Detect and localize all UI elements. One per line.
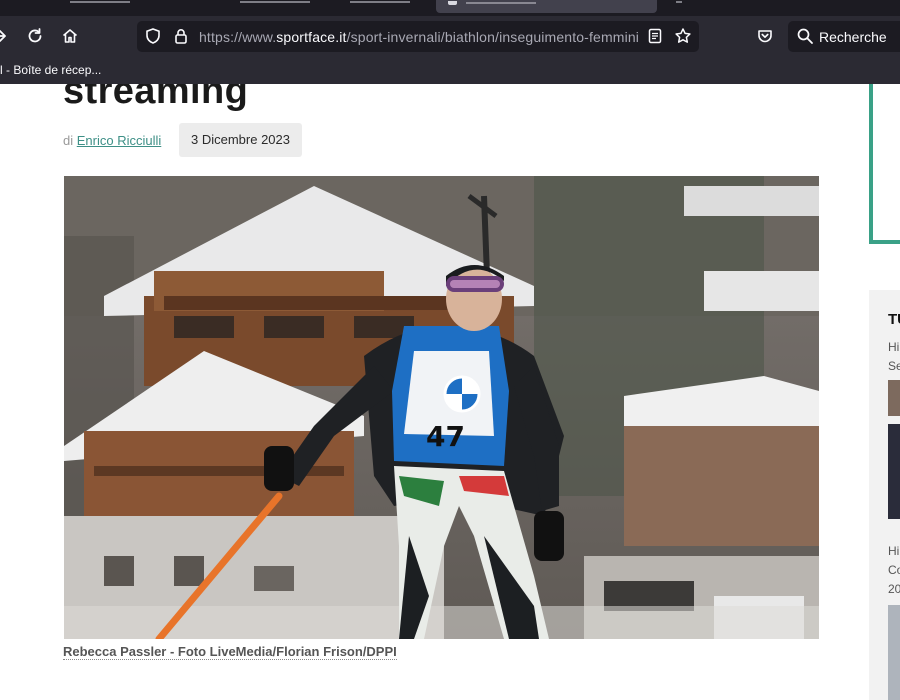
tab-inactive[interactable] — [350, 0, 410, 12]
home-icon[interactable] — [61, 27, 79, 45]
byline-prefix: di — [63, 133, 74, 148]
reload-icon[interactable] — [26, 27, 44, 45]
sidebar-title: TU — [888, 311, 900, 328]
byline: di Enrico Ricciulli — [63, 133, 161, 148]
sidebar-item-thumbnail[interactable] — [888, 380, 900, 416]
article-photo-illustration: 47 — [64, 176, 819, 639]
article-headline: streaming — [63, 84, 249, 112]
photo-caption: Rebecca Passler - Foto LiveMedia/Florian… — [63, 644, 397, 660]
sidebar-item-title[interactable]: Se — [888, 359, 900, 373]
bookmarks-toolbar — [0, 59, 900, 84]
page-content: streaming di Enrico Ricciulli 3 Dicembre… — [0, 84, 900, 700]
tab-strip — [0, 0, 900, 16]
url-path: /sport-invernali/biathlon/inseguimento-f… — [346, 29, 639, 45]
url-prefix: https://www. — [199, 29, 277, 45]
article-photo: 47 — [64, 176, 819, 639]
author-link[interactable]: Enrico Ricciulli — [77, 133, 162, 148]
pocket-icon[interactable] — [756, 27, 774, 45]
sidebar-item-title[interactable]: Co — [888, 563, 900, 577]
sidebar-ad-frame — [869, 84, 900, 244]
sidebar-item-title[interactable]: Hi — [888, 544, 899, 558]
bookmark-star-icon[interactable] — [674, 27, 692, 45]
sidebar-item-title[interactable]: 20 — [888, 582, 900, 596]
url-text[interactable]: https://www.sportface.it/sport-invernali… — [199, 29, 639, 45]
sidebar-item-thumbnail[interactable] — [888, 424, 900, 519]
bib-number: 47 — [426, 420, 465, 453]
tab-inactive[interactable] — [240, 0, 310, 12]
lock-icon[interactable] — [172, 27, 190, 45]
sidebar-item-title[interactable]: Hi — [888, 340, 899, 354]
forward-icon[interactable] — [0, 27, 9, 45]
reader-view-icon[interactable] — [646, 27, 664, 45]
search-placeholder[interactable]: Recherche — [819, 29, 887, 45]
search-icon[interactable] — [796, 27, 814, 45]
tab-inactive[interactable] — [70, 0, 130, 12]
tab-inactive[interactable] — [676, 0, 682, 12]
date-badge: 3 Dicembre 2023 — [179, 123, 302, 157]
shield-icon[interactable] — [144, 27, 162, 45]
sidebar-item-thumbnail[interactable] — [888, 605, 900, 700]
bookmark-item-mail[interactable]: l - Boîte de récep... — [0, 63, 101, 77]
url-host: sportface.it — [276, 29, 347, 45]
tab-active[interactable] — [436, 0, 657, 13]
